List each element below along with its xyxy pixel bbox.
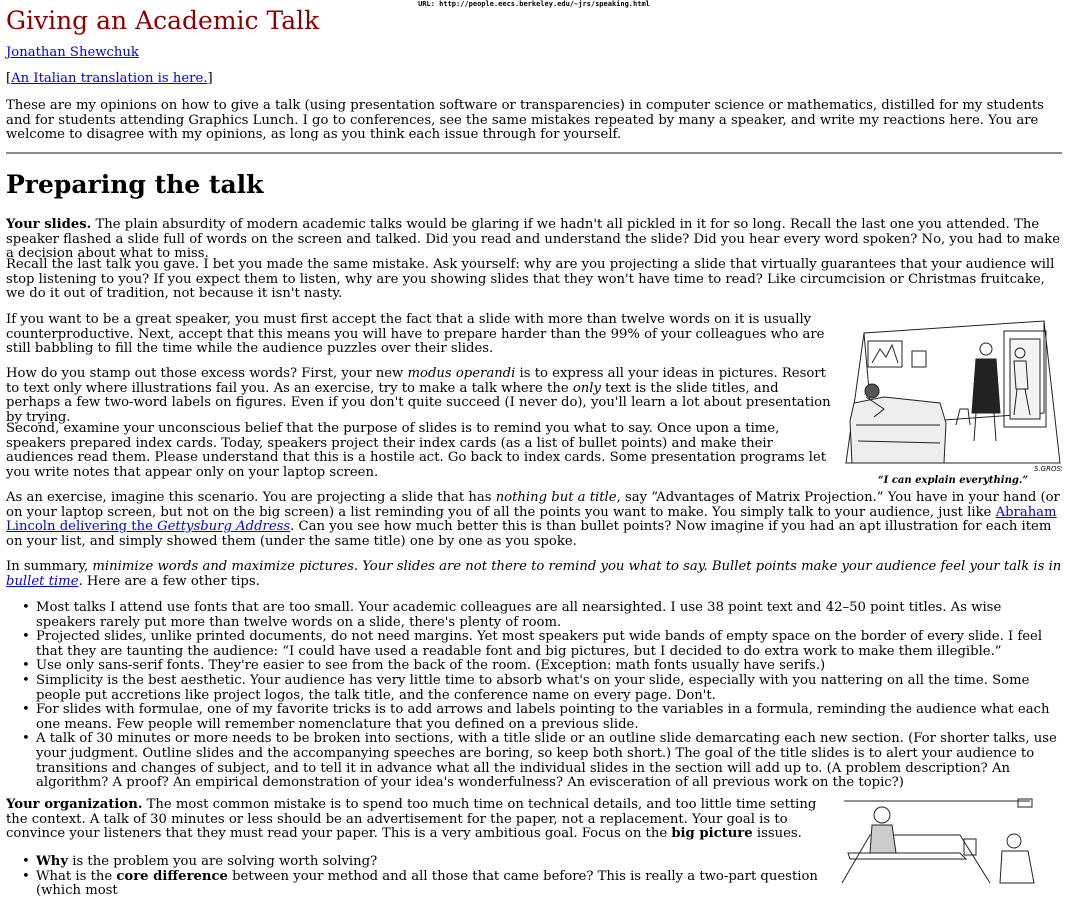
slides-paragraph-6: As an exercise, imagine this scenario. Y… [6,490,1062,549]
list-item: For slides with formulae, one of my favo… [22,702,1064,732]
org-text-b: issues. [752,826,802,842]
page-title: Giving an Academic Talk [6,6,320,35]
list-item: What is the core difference between your… [22,868,836,899]
cartoon-signature: S.GROSS [1034,465,1062,473]
list-item: Why is the problem you are solving worth… [22,854,836,870]
italian-translation-link[interactable]: An Italian translation is here. [11,71,207,86]
list-item: A talk of 30 minutes or more needs to be… [22,731,1064,790]
summary-paragraph: In summary, minimize words and maximize … [6,559,1062,589]
p4-emphasis-only: only [572,380,601,396]
p4-emphasis-modus: modus operandi [407,366,516,381]
slides-paragraph-5: Second, examine your unconscious belief … [6,421,827,480]
bedroom-cartoon: S.GROSS “I can explain everything.” [844,313,1066,489]
slides-p1-text: The plain absurdity of modern academic t… [6,217,1061,262]
office-cartoon [840,797,1050,884]
office-cartoon-illustration [841,798,1035,884]
slides-paragraph-1: Your slides. The plain absurdity of mode… [6,217,1062,262]
list-item: Simplicity is the best aesthetic. Your a… [22,673,1064,703]
list-item: Most talks I attend use fonts that are t… [22,600,1064,630]
section-heading: Preparing the talk [6,170,264,199]
section-divider [6,152,1062,154]
org-big-picture: big picture [671,826,753,842]
bullet-time-link[interactable]: bullet time [6,574,79,589]
p4-text-a: How do you stamp out those excess words?… [6,366,408,381]
intro-paragraph: These are my opinions on how to give a t… [6,98,1044,143]
bedroom-cartoon-illustration: S.GROSS [845,320,1066,473]
slides-paragraph-2: Recall the last talk you gave. I bet you… [6,257,1055,302]
translation-line: [An Italian translation is here.] [6,71,213,86]
slides-paragraph-4: How do you stamp out those excess words?… [6,366,836,425]
organization-list: Why is the problem you are solving worth… [22,854,836,899]
org-why: Why [36,854,69,869]
p6-text-a: As an exercise, imagine this scenario. Y… [6,490,496,505]
org-core-difference: core difference [116,868,228,884]
list-item: Use only sans-serif fonts. They're easie… [22,659,1064,674]
p7-text-b: . Here are a few other tips. [78,573,260,589]
gettysburg-link-emphasis: Gettysburg Address [157,519,291,535]
cartoon-caption: “I can explain everything.” [877,475,1029,486]
tips-list: Most talks I attend use fonts that are t… [22,600,1064,791]
author-link[interactable]: Jonathan Shewchuk [6,45,139,60]
organization-lead: Your organization. [6,797,143,812]
list-item: Projected slides, unlike printed documen… [22,629,1064,659]
author-line: Jonathan Shewchuk [6,45,139,61]
slides-paragraph-3: If you want to be a great speaker, you m… [6,312,825,357]
p7-emphasis-text: minimize words and maximize pictures. Yo… [92,559,1062,574]
p7-text-a: In summary, [6,559,93,574]
org-b2-text-a: What is the [36,868,117,884]
organization-paragraph: Your organization. The most common mista… [6,797,836,842]
slides-lead: Your slides. [6,217,92,232]
p6-emphasis: nothing but a title [495,490,617,505]
org-b1-text: is the problem you are solving worth sol… [68,854,378,869]
